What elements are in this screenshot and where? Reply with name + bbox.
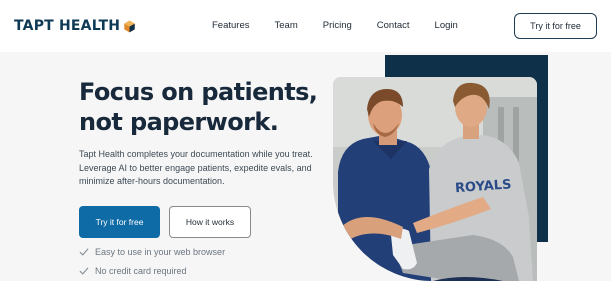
how-it-works-button[interactable]: How it works xyxy=(169,206,251,238)
hero-description: Tapt Health completes your documentation… xyxy=(79,149,313,186)
feature-check-no-card: No credit card required xyxy=(79,266,187,276)
headline-line-1: Focus on patients, xyxy=(79,78,318,106)
nav-link-team[interactable]: Team xyxy=(275,20,298,31)
brand-logo[interactable]: TAPT HEALTH xyxy=(14,18,136,34)
brand-name: TAPT HEALTH xyxy=(14,18,121,34)
checkmark-icon xyxy=(79,248,89,256)
try-free-button[interactable]: Try it for free xyxy=(79,206,160,238)
nav-link-pricing[interactable]: Pricing xyxy=(323,20,352,31)
nav-link-contact[interactable]: Contact xyxy=(377,20,410,31)
nav-try-free-button[interactable]: Try it for free xyxy=(514,13,597,39)
top-navigation: TAPT HEALTH Features Team Pricing Contac… xyxy=(0,0,611,52)
feature-check-label: Easy to use in your web browser xyxy=(95,247,226,257)
feature-check-label: No credit card required xyxy=(95,266,187,276)
hero-photo-therapist-and-patient: ROYALS xyxy=(333,77,537,281)
headline-line-2: not paperwork. xyxy=(79,108,279,136)
nav-links: Features Team Pricing Contact Login xyxy=(212,20,483,31)
nav-link-features[interactable]: Features xyxy=(212,20,250,31)
nav-link-login[interactable]: Login xyxy=(435,20,458,31)
checkmark-icon xyxy=(79,267,89,275)
hero-headline: Focus on patients, not paperwork. xyxy=(79,77,318,137)
feature-check-browser: Easy to use in your web browser xyxy=(79,247,225,257)
hexagon-logo-icon xyxy=(124,20,135,32)
